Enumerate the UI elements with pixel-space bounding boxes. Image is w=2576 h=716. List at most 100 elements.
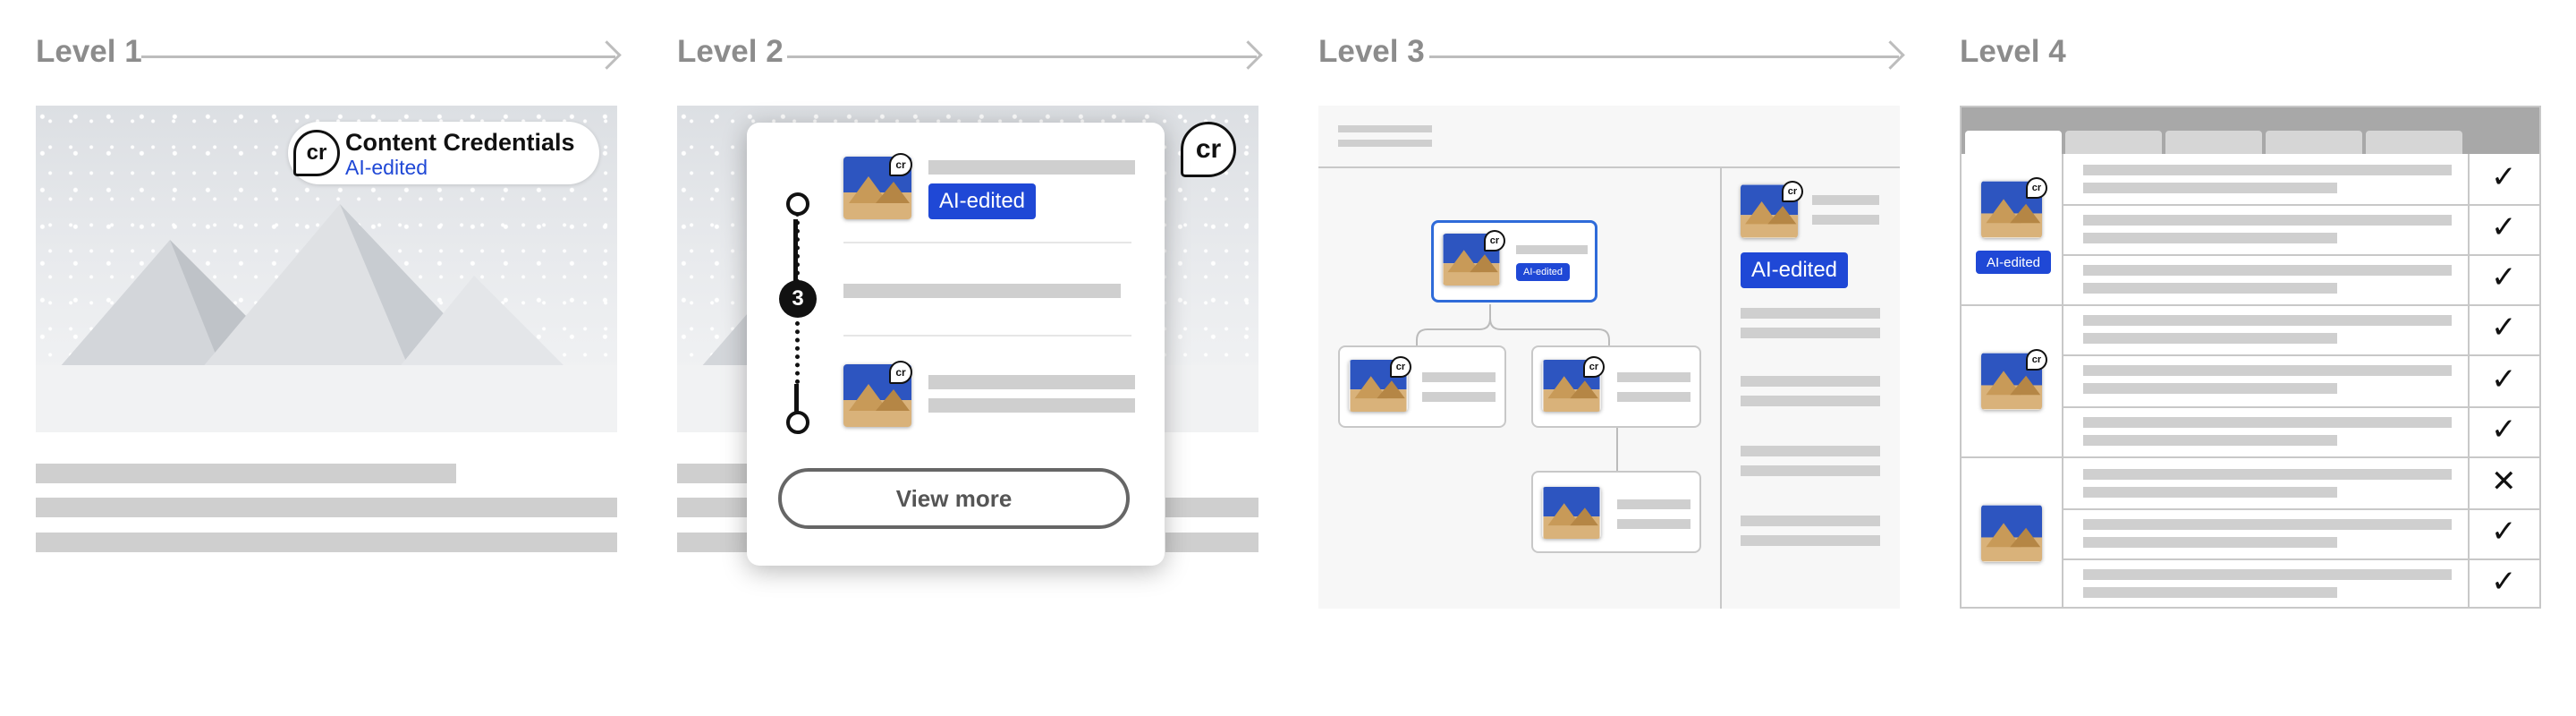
row-divider [2063,508,2539,510]
text-line [677,498,749,517]
cr-icon: cr [293,130,340,176]
divider [843,242,1131,243]
arrow-2 [787,55,1257,58]
pyramids-thumbnail [1981,505,2042,562]
column-divider [2062,154,2063,607]
text-line [2083,315,2452,326]
tree-node-selected[interactable]: cr AI-edited [1431,220,1597,303]
text-line [36,533,617,552]
text-line [1741,396,1880,406]
timeline-node [786,411,809,434]
text-line [928,398,1135,413]
cr-icon: cr [1390,356,1411,378]
arrow-2-head [1233,40,1263,70]
text-line [1741,446,1880,456]
text-line [36,498,617,517]
group-divider [1962,304,2539,306]
text-line [2083,165,2452,175]
text-line [677,464,749,483]
content-credentials-title: Content Credentials [345,129,575,156]
cr-icon: cr [2026,177,2047,199]
text-line [2083,417,2452,428]
text-line [2083,215,2452,226]
text-line [2083,435,2337,446]
text-line [928,160,1135,175]
thumbnail-image [1542,487,1601,539]
timeline-dots [795,212,800,284]
level-2-title: Level 2 [677,34,784,69]
text-line [2083,487,2337,498]
text-line [1516,245,1588,254]
text-line [1812,215,1879,225]
tab-active[interactable] [1965,131,2062,158]
cr-icon: cr [889,153,912,176]
row-divider [2063,204,2539,206]
text-line [1617,392,1690,402]
arrow-1 [141,55,615,58]
check-icon: ✓ [2491,564,2517,600]
thumbnail-image [1981,505,2042,562]
level-4-table: cr AI-edited cr ✓ ✓ ✓ ✓ ✓ ✓ ✕ ✓ ✓ [1960,106,2541,609]
cr-icon: cr [1484,230,1505,251]
text-line [2083,265,2452,276]
ai-edited-tag: AI-edited [1741,252,1848,288]
pyramids-thumbnail [1543,487,1600,539]
text-line [2083,469,2452,480]
text-line [1741,465,1880,476]
row-divider [2063,354,2539,356]
cr-icon[interactable]: cr [1181,122,1236,177]
row-divider [2063,254,2539,256]
ai-edited-tag: AI-edited [928,183,1036,219]
text-line [2083,283,2337,294]
text-line [1741,535,1880,546]
content-credentials-pill[interactable]: cr Content Credentials AI-edited [288,122,599,184]
row-divider [2063,558,2539,560]
text-line [843,284,1121,298]
view-more-button[interactable]: View more [778,468,1130,529]
text-line [2083,537,2337,548]
tree-node[interactable] [1531,471,1701,553]
text-line [2083,183,2337,193]
cr-icon: cr [889,361,912,384]
text-line [36,464,456,483]
text-line [1812,195,1879,205]
tab[interactable] [2366,131,2462,154]
arrow-1-head [592,40,622,70]
level-1-title: Level 1 [36,34,142,69]
level-4-title: Level 4 [1960,34,2066,69]
cr-icon: cr [1583,356,1605,378]
text-line [677,533,749,552]
timeline-dots [795,321,800,384]
check-icon: ✓ [2491,310,2517,345]
text-line [1741,308,1880,319]
cr-icon: cr [2026,349,2047,371]
check-icon: ✓ [2491,514,2517,550]
arrow-3-head [1876,40,1905,70]
check-icon: ✓ [2491,159,2517,195]
step-count-badge: 3 [779,280,817,318]
check-icon: ✓ [2491,362,2517,397]
history-popover: 3 cr AI-edited cr View more [747,123,1165,566]
tab[interactable] [2165,131,2262,154]
cr-icon: cr [1782,181,1803,202]
ai-edited-label: AI-edited [345,156,428,179]
check-icon: ✓ [2491,209,2517,245]
text-line [1741,376,1880,387]
divider [843,335,1131,337]
text-line [1422,392,1496,402]
text-line [1617,519,1690,529]
ai-edited-tag: AI-edited [1516,263,1570,281]
tree-node[interactable]: cr [1338,345,1506,428]
tab[interactable] [2266,131,2362,154]
text-line [2083,587,2337,598]
text-line [2083,569,2452,580]
tree-node[interactable]: cr [1531,345,1701,428]
text-line [1741,516,1880,526]
tab[interactable] [2065,131,2162,154]
text-line [2083,333,2337,344]
text-line [1617,372,1690,382]
text-line [928,375,1135,389]
text-line [1422,372,1496,382]
text-line [2083,233,2337,243]
level-3-panel: cr AI-edited cr cr cr AI-edited [1318,106,1900,609]
